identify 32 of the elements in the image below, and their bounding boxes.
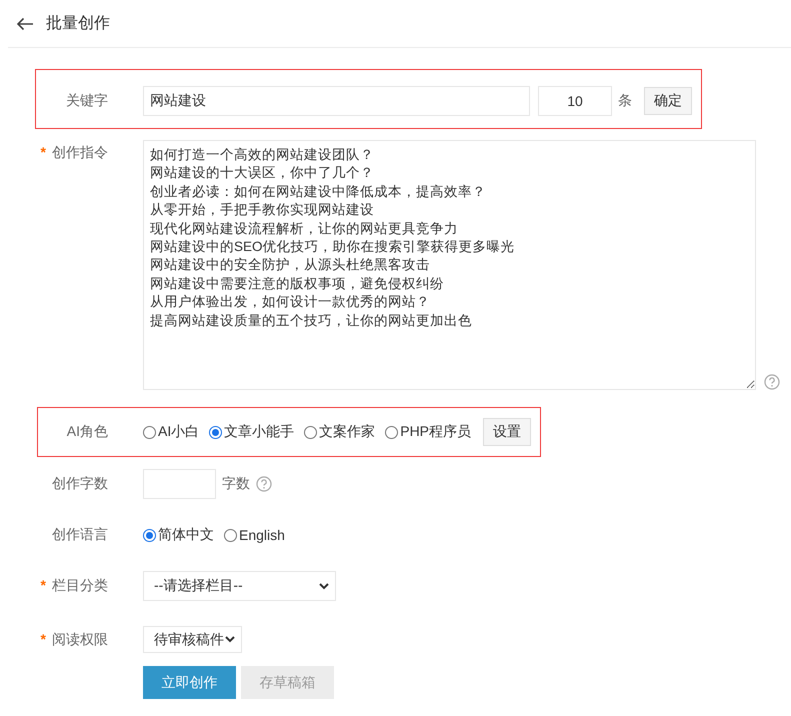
radio-option[interactable]: 文案作家 [304, 423, 376, 441]
field-label: AI角色 [66, 423, 108, 441]
field-label: 创作语言 [52, 526, 108, 544]
field-label: 关键字 [66, 92, 108, 110]
permission-select[interactable]: 待审核稿件 [143, 626, 242, 653]
count-field[interactable]: 10 [538, 86, 612, 116]
field-label: 栏目分类 [52, 577, 108, 595]
help-icon[interactable] [256, 476, 272, 492]
chevron-down-icon [319, 582, 329, 590]
page-title: 批量创作 [46, 14, 110, 34]
field-label: 创作字数 [52, 475, 108, 493]
radio-option[interactable]: AI小白 [143, 423, 200, 441]
unit-label: 字数 [222, 475, 250, 493]
radio-option[interactable]: 简体中文 [143, 526, 214, 544]
required-mark: * [40, 577, 46, 595]
radio-option[interactable]: 文章小能手 [209, 423, 294, 441]
chevron-down-icon [225, 636, 235, 643]
radio-option[interactable]: English [224, 527, 285, 543]
keyword-field[interactable]: 网站建设 [143, 86, 530, 116]
category-select[interactable]: --请选择栏目-- [143, 571, 336, 601]
help-icon[interactable] [764, 374, 780, 390]
radio-option[interactable]: PHP程序员 [385, 423, 472, 441]
settings-button[interactable]: 设置 [483, 418, 532, 446]
unit-label: 条 [618, 92, 632, 110]
required-mark: * [40, 144, 46, 162]
instructions-field[interactable]: 如何打造一个高效的网站建设团队？ 网站建设的十大误区，你中了几个？ 创业者必读：如何在网站建设中降低成本，提高效率？ 从零开始，手把手教你实现网站建设 现代化网站建设流程解析，让你的网站更具竞争力 网站建设中的SEO优化技巧，助你在搜索引擎获得更多曝光 网站建设中的安全防护，从源头杜绝黑客攻击 网站建设中需要注意的版权事项，避免侵权纠纷 从用户体验出发，如何设计一款优秀的网站？ 提高网站建设质量的五个技巧，让你的网站更加出色 [143, 140, 756, 390]
confirm-button[interactable]: 确定 [644, 87, 692, 115]
required-mark: * [40, 630, 46, 648]
back-arrow-icon[interactable] [16, 16, 34, 30]
word-count-field[interactable] [143, 469, 216, 499]
field-label: 阅读权限 [52, 630, 108, 648]
field-label: 创作指令 [52, 144, 108, 162]
